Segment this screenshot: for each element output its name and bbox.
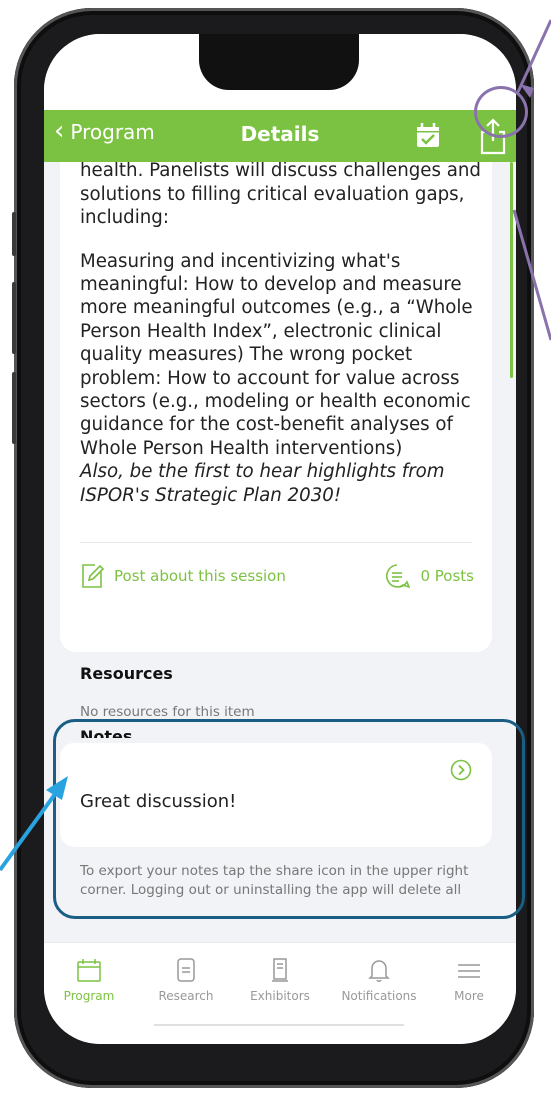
- resources-empty-text: No resources for this item: [80, 704, 255, 720]
- share-highlight-circle: [474, 86, 528, 138]
- description-highlight: Also, be the first to hear highlights fr…: [80, 461, 445, 506]
- phone-volume-down: [12, 372, 16, 444]
- tab-program[interactable]: Program: [44, 957, 134, 1003]
- divider: [80, 542, 472, 543]
- session-description: interventions designed to support whole …: [80, 162, 490, 507]
- description-body: Measuring and incentivizing what's meani…: [80, 250, 473, 459]
- document-icon: [177, 958, 195, 982]
- phone-silent-switch: [12, 212, 16, 256]
- status-bar: [44, 34, 516, 110]
- post-about-session-button[interactable]: Post about this session: [80, 563, 286, 589]
- tab-label: Program: [63, 989, 115, 1003]
- menu-icon: [458, 964, 480, 978]
- posts-count-button[interactable]: 0 Posts: [384, 563, 474, 589]
- nav-bar: ‹ Program Details: [44, 110, 516, 162]
- compose-icon: [82, 564, 104, 588]
- tab-more[interactable]: More: [424, 957, 514, 1003]
- posts-count: 0 Posts: [420, 567, 474, 585]
- home-indicator: [154, 1024, 404, 1026]
- tab-exhibitors[interactable]: Exhibitors: [235, 957, 325, 1003]
- bell-icon: [368, 960, 390, 982]
- chat-bubble-icon: [386, 564, 411, 589]
- notch: [199, 34, 359, 90]
- calendar-icon: [77, 959, 101, 982]
- tab-notifications[interactable]: Notifications: [334, 957, 424, 1003]
- tab-label: Notifications: [341, 989, 417, 1003]
- post-row: Post about this session 0 Posts: [80, 558, 474, 594]
- session-description-card: interventions designed to support whole …: [60, 162, 492, 652]
- notes-highlight-outline: [53, 719, 525, 919]
- tab-bar: Program Research Exhibitors Notification…: [44, 942, 516, 1044]
- description-partial: interventions designed to support whole …: [80, 162, 481, 229]
- tab-label: Exhibitors: [250, 989, 310, 1003]
- resources-heading: Resources: [80, 664, 173, 683]
- phone-volume-up: [12, 282, 16, 354]
- post-label: Post about this session: [114, 567, 286, 585]
- booth-icon: [272, 958, 288, 982]
- tab-research[interactable]: Research: [141, 957, 231, 1003]
- tab-label: More: [454, 989, 484, 1003]
- calendar-check-icon[interactable]: [416, 122, 440, 148]
- scroll-indicator: [510, 162, 513, 378]
- tab-label: Research: [158, 989, 214, 1003]
- page-title: Details: [240, 122, 320, 146]
